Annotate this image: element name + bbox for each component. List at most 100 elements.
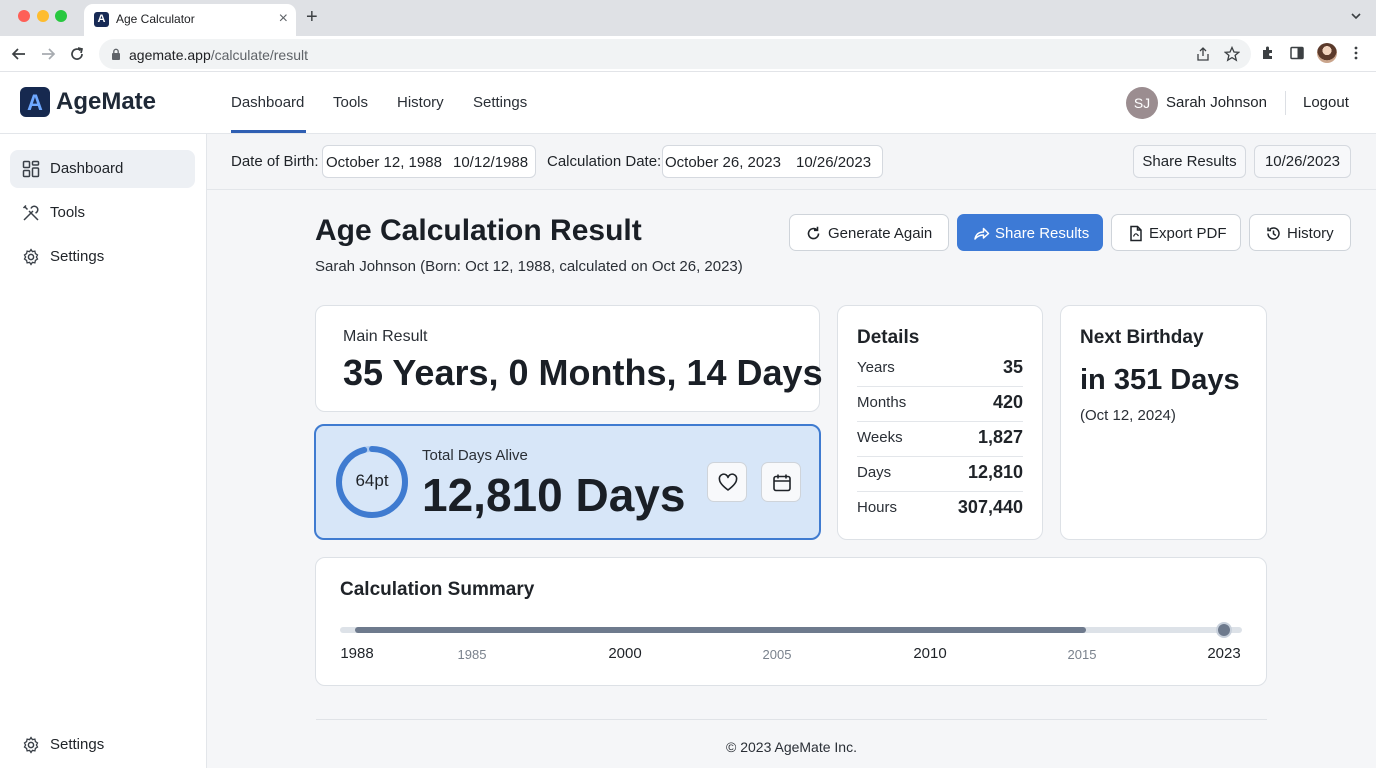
sidebar-item-dashboard[interactable]: Dashboard [10,150,195,188]
details-row-value: 12,810 [967,462,1023,482]
url-text: agemate.app/calculate/result [129,47,308,63]
share-results-button[interactable]: Share Results [957,214,1103,251]
refresh-icon [807,226,820,240]
side-panel-icon[interactable] [1289,45,1305,61]
sidebar-item-settings-bottom[interactable]: Settings [10,726,195,764]
details-row-hours: Hours 307,440 [857,493,1023,527]
details-row-years: Years 35 [857,353,1023,387]
share-results-label: Share Results [995,225,1090,242]
calc-date-field[interactable]: October 26, 2023 10/26/2023 [662,145,883,178]
page-subtitle: Sarah Johnson (Born: Oct 12, 1988, calcu… [315,258,743,275]
sidebar-item-settings[interactable]: Settings [10,238,195,276]
lock-icon [112,48,120,60]
timeline-year: 2005 [762,647,792,662]
details-row-months: Months 420 [857,388,1023,422]
close-tab-icon[interactable]: × [279,10,288,28]
sidebar-item-label: Settings [50,248,105,265]
date-badge[interactable]: 10/26/2023 [1254,145,1351,178]
generate-again-label: Generate Again [828,225,933,242]
details-row-label: Days [857,464,892,481]
total-days-label: Total Days Alive [422,447,528,464]
pdf-file-icon [1130,225,1142,242]
browser-profile-avatar[interactable] [1317,43,1337,63]
timeline-year: 2015 [1067,647,1097,662]
timeline-fill [355,627,1086,633]
details-row-label: Weeks [857,429,903,446]
address-bar[interactable]: agemate.app/calculate/result [99,39,1251,69]
summary-title: Calculation Summary [340,579,535,600]
history-icon [1267,227,1280,240]
dob-field[interactable]: October 12, 1988 10/12/1988 [322,145,536,178]
window-close-button[interactable] [18,10,30,22]
details-row-weeks: Weeks 1,827 [857,423,1023,457]
new-tab-icon[interactable]: + [306,6,318,28]
calculation-summary-card: Calculation Summary 1988 1985 2000 2005 … [315,557,1267,686]
dob-label: Date of Birth: [231,153,319,170]
calc-short: 10/26/2023 [796,154,872,171]
logout-link[interactable]: Logout [1303,94,1349,111]
details-row-label: Hours [857,499,898,516]
logo-text[interactable]: AgeMate [56,88,156,116]
timeline-year: 2023 [1207,645,1241,662]
favorite-button[interactable] [707,462,747,502]
bookmark-star-icon[interactable] [1224,46,1240,62]
tools-icon [22,204,39,221]
generate-again-button[interactable]: Generate Again [789,214,949,251]
url-domain: agemate.app [129,47,211,63]
details-row-label: Years [857,359,895,376]
total-days-card[interactable]: 64pt Total Days Alive 12,810 Days [314,424,821,540]
browser-tab[interactable]: A Age Calculator × [84,4,296,36]
url-path: /calculate/result [210,47,309,63]
details-title: Details [857,327,920,348]
window-zoom-button[interactable] [55,10,67,22]
reload-icon[interactable] [67,44,87,64]
gear-icon [23,248,39,266]
export-pdf-button[interactable]: Export PDF [1111,214,1241,251]
calc-long: October 26, 2023 [665,154,781,171]
timeline-handle[interactable] [1216,622,1232,638]
logo-icon[interactable]: A [20,87,50,117]
sidebar: Dashboard Tools Settings Settings [0,134,207,768]
nav-dashboard[interactable]: Dashboard [231,94,304,111]
main-result-label: Main Result [343,328,428,345]
window-minimize-button[interactable] [37,10,49,22]
share-results-button-top[interactable]: Share Results [1133,145,1246,178]
total-days-value: 12,810 Days [422,469,686,521]
next-birthday-value: in 351 Days [1080,364,1240,396]
timeline-track[interactable] [340,627,1242,633]
nav-tools[interactable]: Tools [333,94,368,111]
nav-history[interactable]: History [397,94,444,111]
footer-divider [316,719,1267,720]
nav-settings[interactable]: Settings [473,94,527,111]
dob-short: 10/12/1988 [453,154,529,171]
export-pdf-label: Export PDF [1149,225,1227,242]
extensions-icon[interactable] [1260,45,1276,61]
sidebar-item-tools[interactable]: Tools [10,194,195,232]
details-row-value: 1,827 [977,427,1023,447]
timeline-year: 2010 [913,645,947,662]
favicon-icon: A [94,12,109,27]
footer-copyright: © 2023 AgeMate Inc. [726,739,857,755]
tab-title: Age Calculator [116,12,195,26]
next-birthday-card: Next Birthday in 351 Days (Oct 12, 2024) [1060,305,1267,540]
calc-date-label: Calculation Date: [547,153,662,170]
grid-icon [22,160,40,178]
next-birthday-date: (Oct 12, 2024) [1080,407,1176,424]
back-icon[interactable] [9,44,29,64]
user-name[interactable]: Sarah Johnson [1166,94,1267,111]
progress-ring-text: 64pt [355,471,389,490]
dob-long: October 12, 1988 [326,154,442,171]
share-page-icon[interactable] [1195,46,1211,62]
add-to-calendar-button[interactable] [761,462,801,502]
details-row-label: Months [857,394,907,411]
browser-menu-icon[interactable] [1348,45,1364,61]
avatar[interactable]: SJ [1126,87,1158,119]
history-button[interactable]: History [1249,214,1351,251]
main-result-value: 35 Years, 0 Months, 14 Days [343,352,823,393]
chevron-down-icon[interactable] [1350,10,1362,22]
page-title: Age Calculation Result [315,214,642,247]
sidebar-item-label: Settings [50,736,105,753]
forward-icon[interactable] [38,44,58,64]
timeline-year: 2000 [608,645,642,662]
sidebar-item-label: Dashboard [50,160,124,177]
